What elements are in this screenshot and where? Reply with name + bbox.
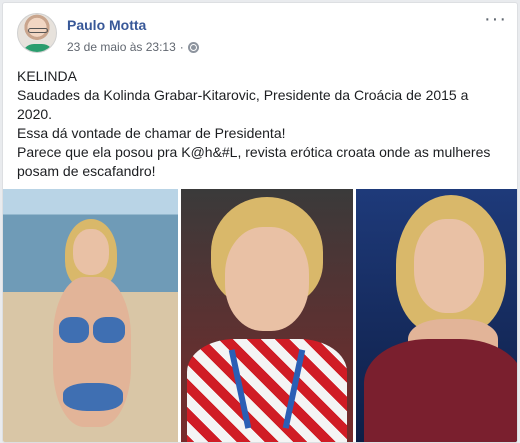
- meta-separator: ·: [179, 40, 184, 54]
- photo-face: [73, 229, 109, 275]
- feed-post: Paulo Motta 23 de maio às 23:13 · ··· KE…: [2, 2, 518, 443]
- photo-collage[interactable]: [3, 189, 517, 442]
- more-options-icon[interactable]: ···: [484, 9, 507, 29]
- post-text-line: Essa dá vontade de chamar de Presidenta!: [17, 125, 286, 141]
- avatar-glasses: [28, 28, 48, 33]
- avatar[interactable]: [17, 13, 57, 53]
- photo-jersey: [187, 339, 347, 442]
- photo-face: [225, 227, 309, 331]
- post-timestamp[interactable]: 23 de maio às 23:13: [67, 40, 176, 54]
- photo-dress: [364, 339, 517, 442]
- photo-stadium[interactable]: [181, 189, 353, 442]
- post-text-line: Parece que ela posou pra K@h&#L, revista…: [17, 144, 491, 160]
- author-name[interactable]: Paulo Motta: [67, 17, 146, 33]
- globe-icon[interactable]: [187, 41, 199, 53]
- post-meta: 23 de maio às 23:13 ·: [67, 40, 199, 54]
- post-text-line: KELINDA: [17, 68, 77, 84]
- photo-official[interactable]: [356, 189, 517, 442]
- post-header: Paulo Motta 23 de maio às 23:13 · ···: [3, 3, 517, 63]
- photo-face: [414, 219, 484, 313]
- post-text-line: Saudades da Kolinda Grabar-Kitarovic, Pr…: [17, 87, 469, 103]
- photo-bikini-top-left: [59, 317, 89, 343]
- photo-beach[interactable]: [3, 189, 178, 442]
- photo-bikini-bottom: [63, 383, 123, 411]
- post-text: KELINDA Saudades da Kolinda Grabar-Kitar…: [17, 67, 497, 181]
- post-text-line: posam de escafandro!: [17, 163, 156, 179]
- photo-bikini-top-right: [93, 317, 125, 343]
- avatar-shirt: [22, 44, 54, 52]
- post-text-line: 2020.: [17, 106, 53, 122]
